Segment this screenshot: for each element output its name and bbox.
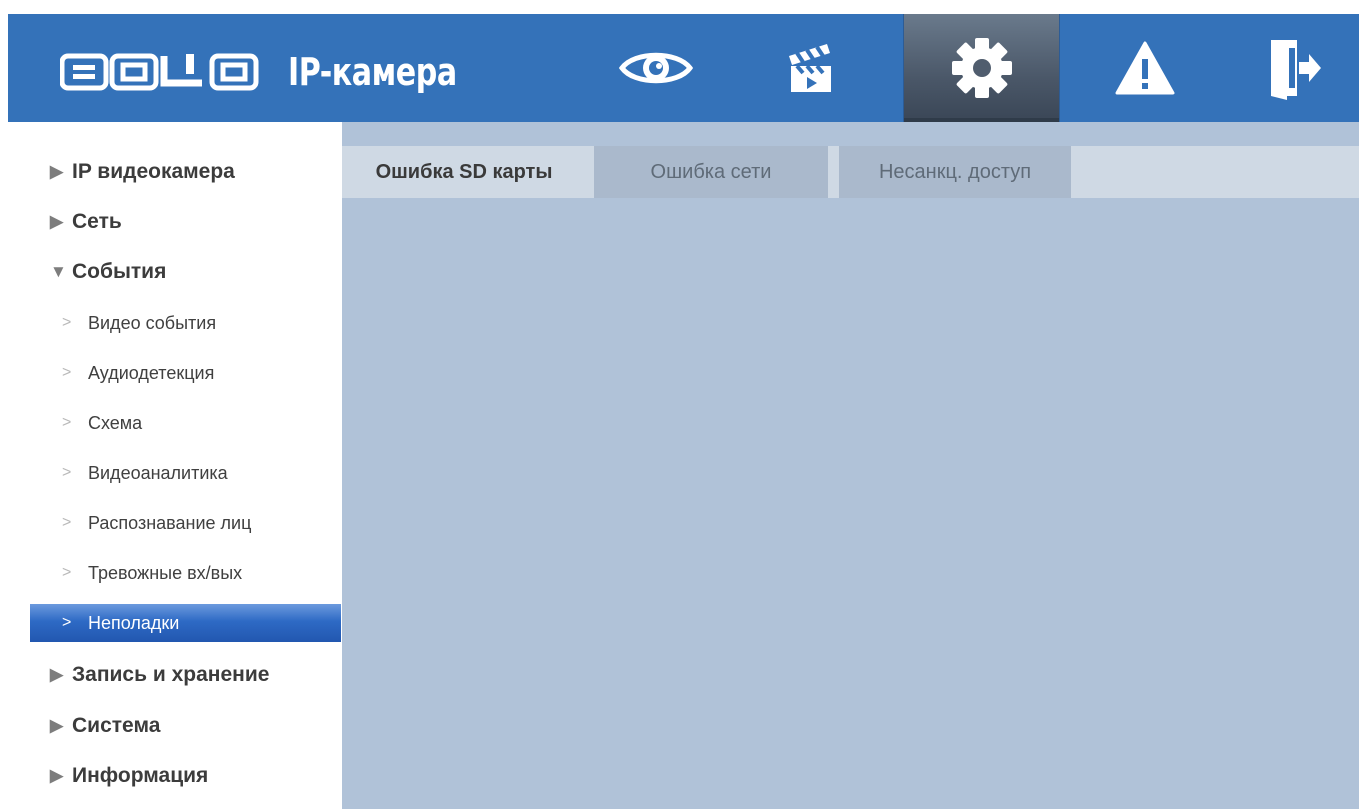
main-content: Ошибка SD карты Ошибка сети Несанкц. дос…: [342, 122, 1359, 809]
nav-alarm-button[interactable]: [1093, 14, 1197, 122]
nav-settings-button[interactable]: [903, 14, 1060, 122]
settings-panel: [342, 198, 1359, 809]
sidebar-item-label: Сеть: [72, 210, 122, 233]
sidebar-item-events[interactable]: ▼ События: [0, 252, 342, 292]
chevron-right-icon: >: [62, 614, 72, 631]
settings-sidebar: ▶ IP видеокамера ▶ Сеть ▼ События > Виде…: [0, 122, 342, 809]
app-title: IP-камера: [288, 50, 457, 94]
tab-unauthorized-access[interactable]: Несанкц. доступ: [839, 146, 1071, 198]
sidebar-item-label: Видеоаналитика: [88, 462, 228, 483]
chevron-right-icon: >: [62, 564, 72, 581]
sidebar-item-label: IP видеокамера: [72, 160, 235, 183]
expanded-arrow-icon: ▼: [50, 262, 67, 281]
logout-icon: [1271, 40, 1321, 100]
sidebar-item-audio-detection[interactable]: > Аудиодетекция: [30, 353, 341, 393]
sidebar-item-label: Тревожные вх/вых: [88, 562, 243, 583]
brand-logo: IP-камера: [60, 51, 480, 93]
sidebar-item-label: Аудиодетекция: [88, 362, 215, 383]
sidebar-item-information[interactable]: ▶ Информация: [0, 756, 342, 796]
sidebar-item-recording-storage[interactable]: ▶ Запись и хранение: [0, 655, 342, 695]
collapsed-arrow-icon: ▶: [50, 665, 64, 684]
chevron-right-icon: >: [62, 414, 72, 431]
collapsed-arrow-icon: ▶: [50, 212, 64, 231]
chevron-right-icon: >: [62, 364, 72, 381]
sidebar-item-video-events[interactable]: > Видео события: [30, 303, 341, 343]
sidebar-item-faults[interactable]: > Неполадки: [30, 604, 341, 642]
gear-icon: [951, 38, 1012, 98]
sidebar-item-label: Информация: [72, 764, 209, 787]
nav-logout-button[interactable]: [1240, 14, 1344, 122]
sidebar-item-label: Схема: [88, 412, 143, 433]
collapsed-arrow-icon: ▶: [50, 766, 64, 785]
nav-playback-button[interactable]: [758, 14, 862, 122]
sidebar-item-label: Система: [72, 714, 161, 737]
top-header: IP-камера: [8, 14, 1359, 122]
sidebar-item-video-analytics[interactable]: > Видеоаналитика: [30, 453, 341, 493]
bolid-logo-icon: [60, 53, 259, 91]
sidebar-item-network[interactable]: ▶ Сеть: [0, 202, 342, 242]
sidebar-item-ip-camera[interactable]: ▶ IP видеокамера: [0, 152, 342, 192]
sidebar-item-scheme[interactable]: > Схема: [30, 403, 341, 443]
sidebar-item-label: Запись и хранение: [72, 663, 270, 686]
collapsed-arrow-icon: ▶: [50, 716, 64, 735]
alarm-warning-icon: [1115, 41, 1175, 95]
tab-sd-card-error[interactable]: Ошибка SD карты: [342, 146, 586, 198]
tab-network-error[interactable]: Ошибка сети: [594, 146, 828, 198]
sidebar-item-label: Распознавание лиц: [88, 512, 252, 533]
nav-live-view-button[interactable]: [604, 14, 708, 122]
chevron-right-icon: >: [62, 464, 72, 481]
sidebar-item-label: Видео события: [88, 312, 217, 333]
chevron-right-icon: >: [62, 314, 72, 331]
collapsed-arrow-icon: ▶: [50, 162, 64, 181]
sidebar-item-system[interactable]: ▶ Система: [0, 706, 342, 746]
clapperboard-icon: [789, 44, 831, 92]
eye-icon: [618, 52, 694, 84]
sidebar-item-label: События: [72, 260, 167, 283]
sidebar-item-alarm-io[interactable]: > Тревожные вх/вых: [30, 553, 341, 593]
chevron-right-icon: >: [62, 514, 72, 531]
tab-bar: Ошибка SD карты Ошибка сети Несанкц. дос…: [342, 146, 1359, 198]
sidebar-item-face-recognition[interactable]: > Распознавание лиц: [30, 503, 341, 543]
sidebar-item-label: Неполадки: [88, 612, 180, 633]
